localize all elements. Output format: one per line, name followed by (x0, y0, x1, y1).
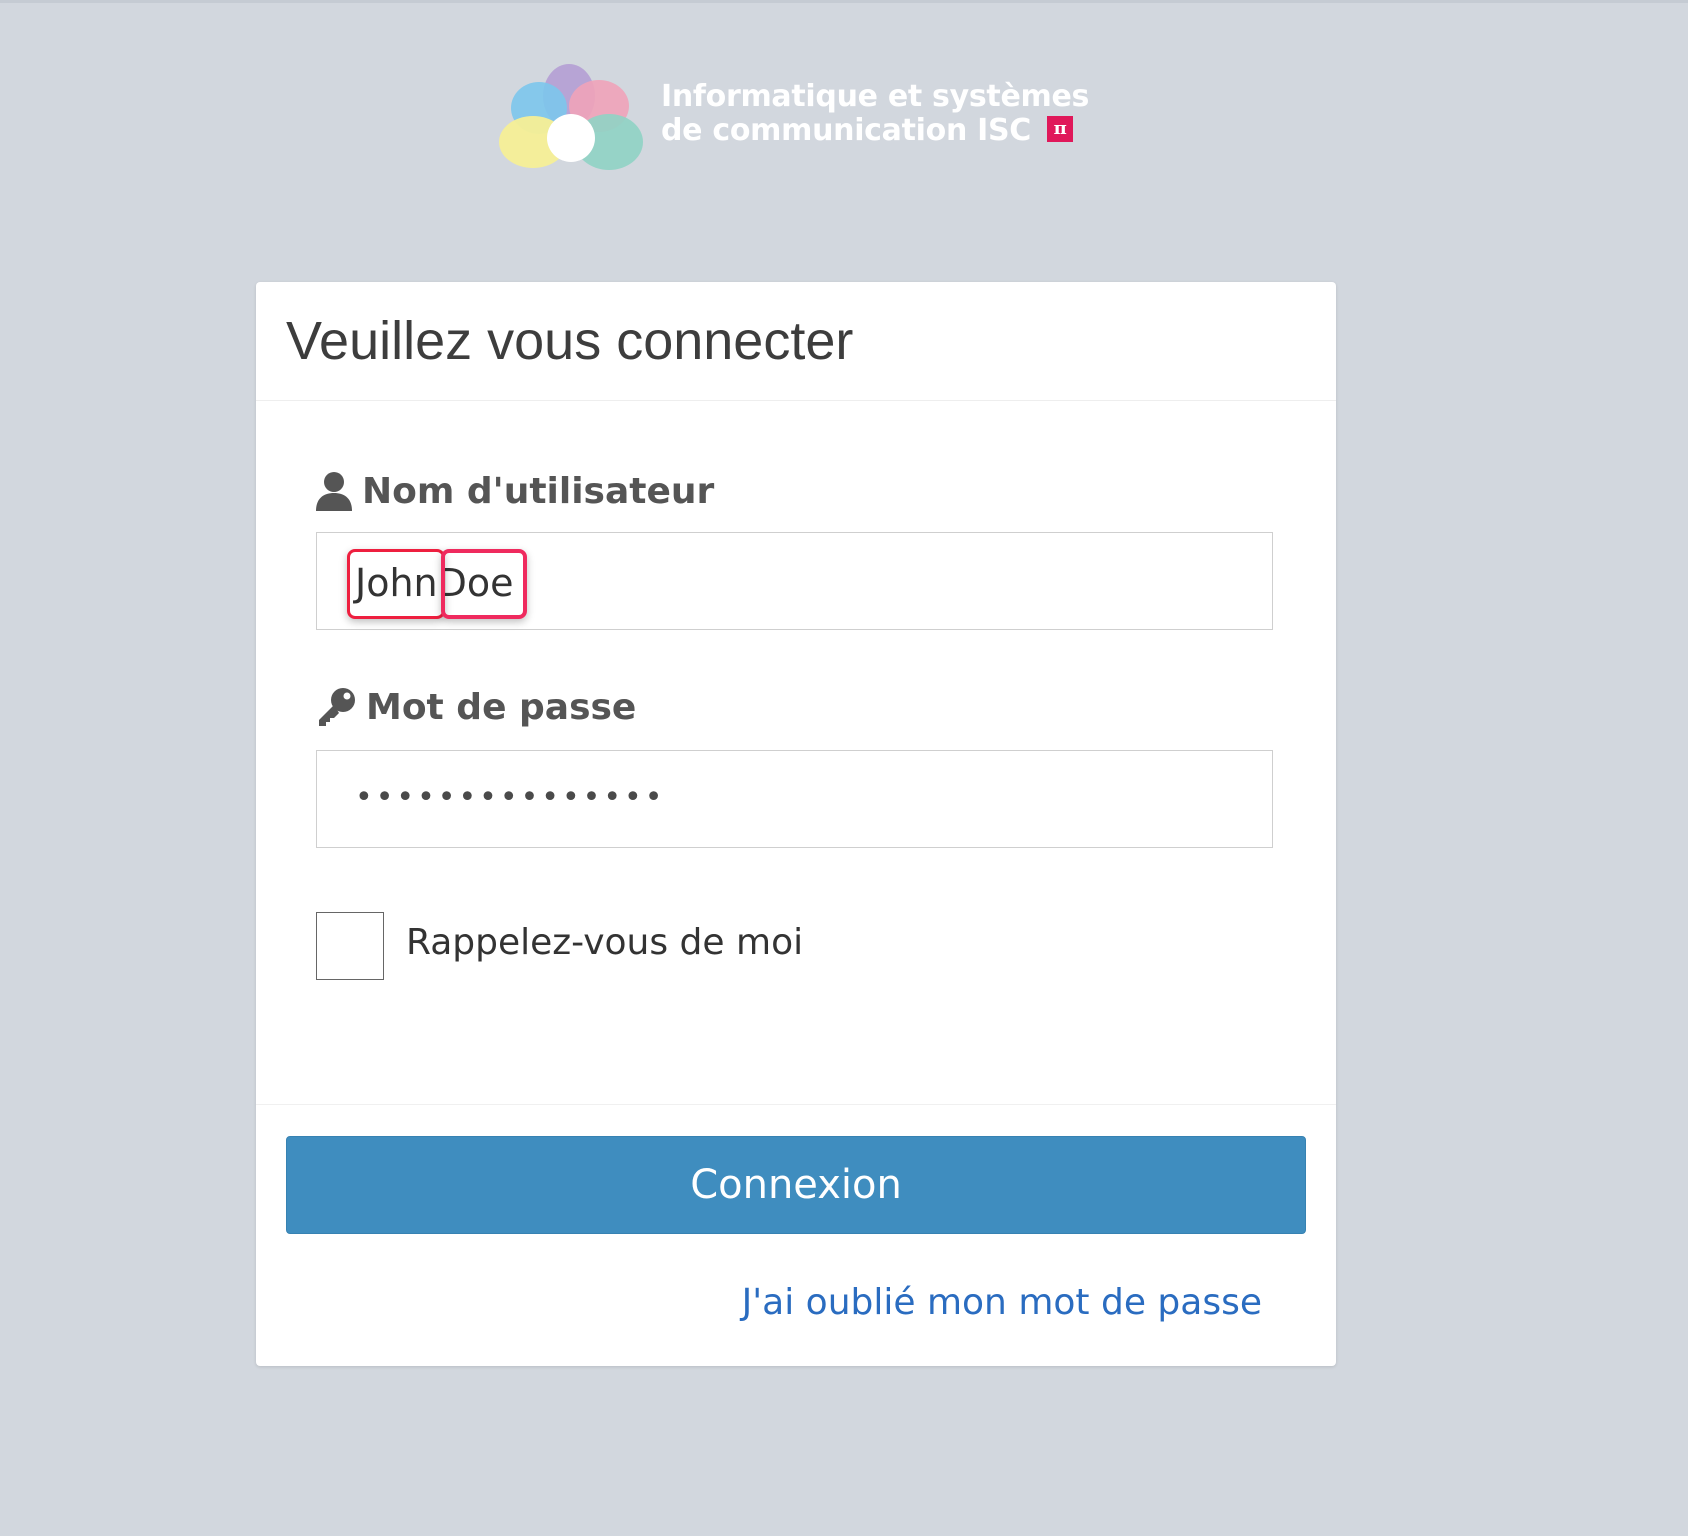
highlight-box-doe (441, 549, 527, 619)
login-button[interactable]: Connexion (286, 1136, 1306, 1234)
brand-logo: Informatique et systèmes de communicatio… (495, 62, 1095, 174)
password-input[interactable]: ••••••••••••••• (316, 750, 1273, 848)
footer-divider (256, 1104, 1336, 1105)
username-label: Nom d'utilisateur (316, 466, 714, 516)
logo-flower-icon (499, 64, 643, 170)
highlight-box-john (347, 549, 445, 619)
top-border (0, 0, 1688, 3)
username-label-text: Nom d'utilisateur (362, 470, 715, 512)
brand-name: Informatique et systèmes de communicatio… (661, 80, 1089, 148)
user-icon (316, 472, 352, 511)
brand-name-line2-text: de communication ISC (661, 113, 1032, 148)
password-label-text: Mot de passe (366, 686, 637, 728)
password-label: Mot de passe (316, 682, 636, 732)
page-title: Veuillez vous connecter (286, 311, 854, 371)
key-icon (319, 688, 355, 726)
brand-badge-icon: π (1047, 115, 1074, 142)
brand-name-line1: Informatique et systèmes (661, 79, 1090, 114)
remember-me-label[interactable]: Rappelez-vous de moi (406, 918, 803, 968)
password-mask: ••••••••••••••• (355, 780, 666, 815)
login-card: Veuillez vous connecter Nom d'utilisateu… (256, 282, 1336, 1366)
brand-name-line2: de communication ISC π (661, 114, 1089, 148)
remember-me-checkbox[interactable] (316, 912, 384, 980)
forgot-password-link[interactable]: J'ai oublié mon mot de passe (742, 1278, 1262, 1328)
username-input[interactable]: JohnDoe (316, 532, 1273, 630)
card-header: Veuillez vous connecter (256, 282, 1336, 401)
